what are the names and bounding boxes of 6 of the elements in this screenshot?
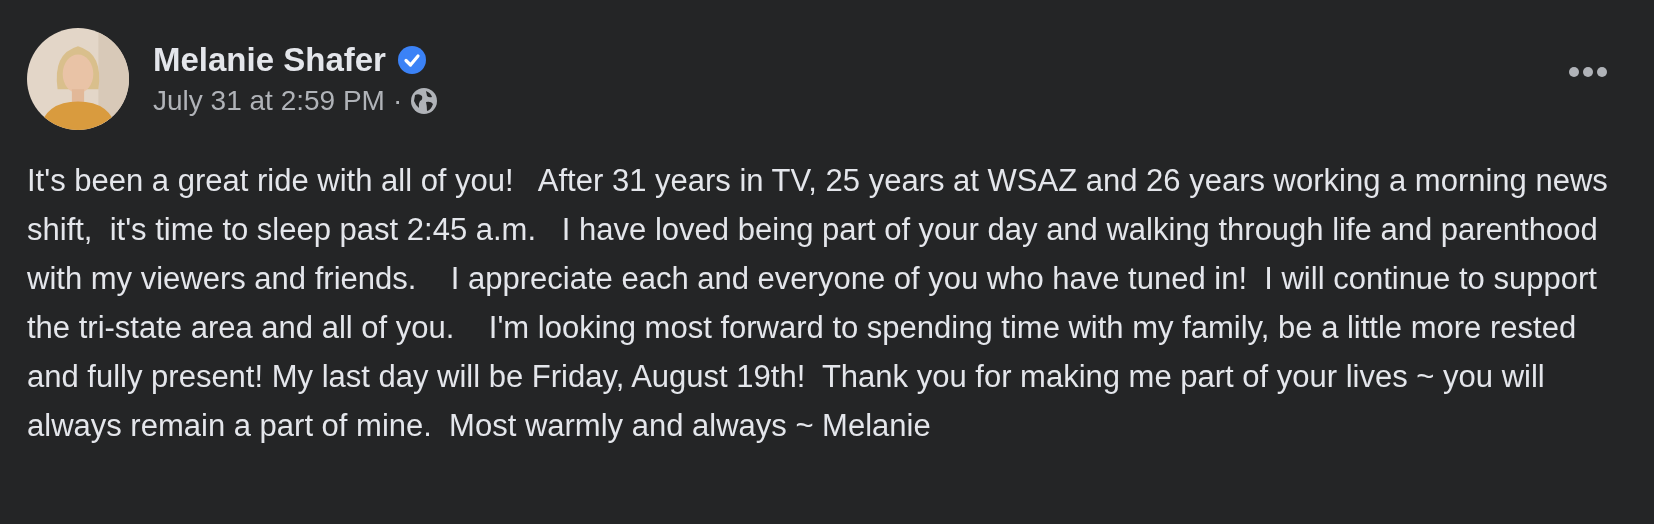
post-text: It's been a great ride with all of you! After 31 years in TV, 25 years at WSAZ and 26 years working a morning news shift, it's time to sleep past 2:45 a.m. I have loved being part of your day and walking through life and parenthood with my viewers and friends. I appreciate each and everyone of you who have tuned in! I will continue to support the tri-state area and all of you. I'm looking most forward to spending time with my family, be a little more rested and fully present! My last day will be Friday, August 19th! Thank you for making me part of your lives ~ you will always remain a part of mine. Most warmly and always ~ Melanie: [27, 162, 1609, 445]
post-timestamp[interactable]: July 31 at 2:59 PM: [153, 85, 385, 117]
more-options-icon[interactable]: [1568, 66, 1608, 78]
author-name[interactable]: Melanie Shafer: [153, 41, 386, 79]
separator-dot: ·: [392, 85, 403, 117]
globe-icon: [410, 87, 439, 115]
